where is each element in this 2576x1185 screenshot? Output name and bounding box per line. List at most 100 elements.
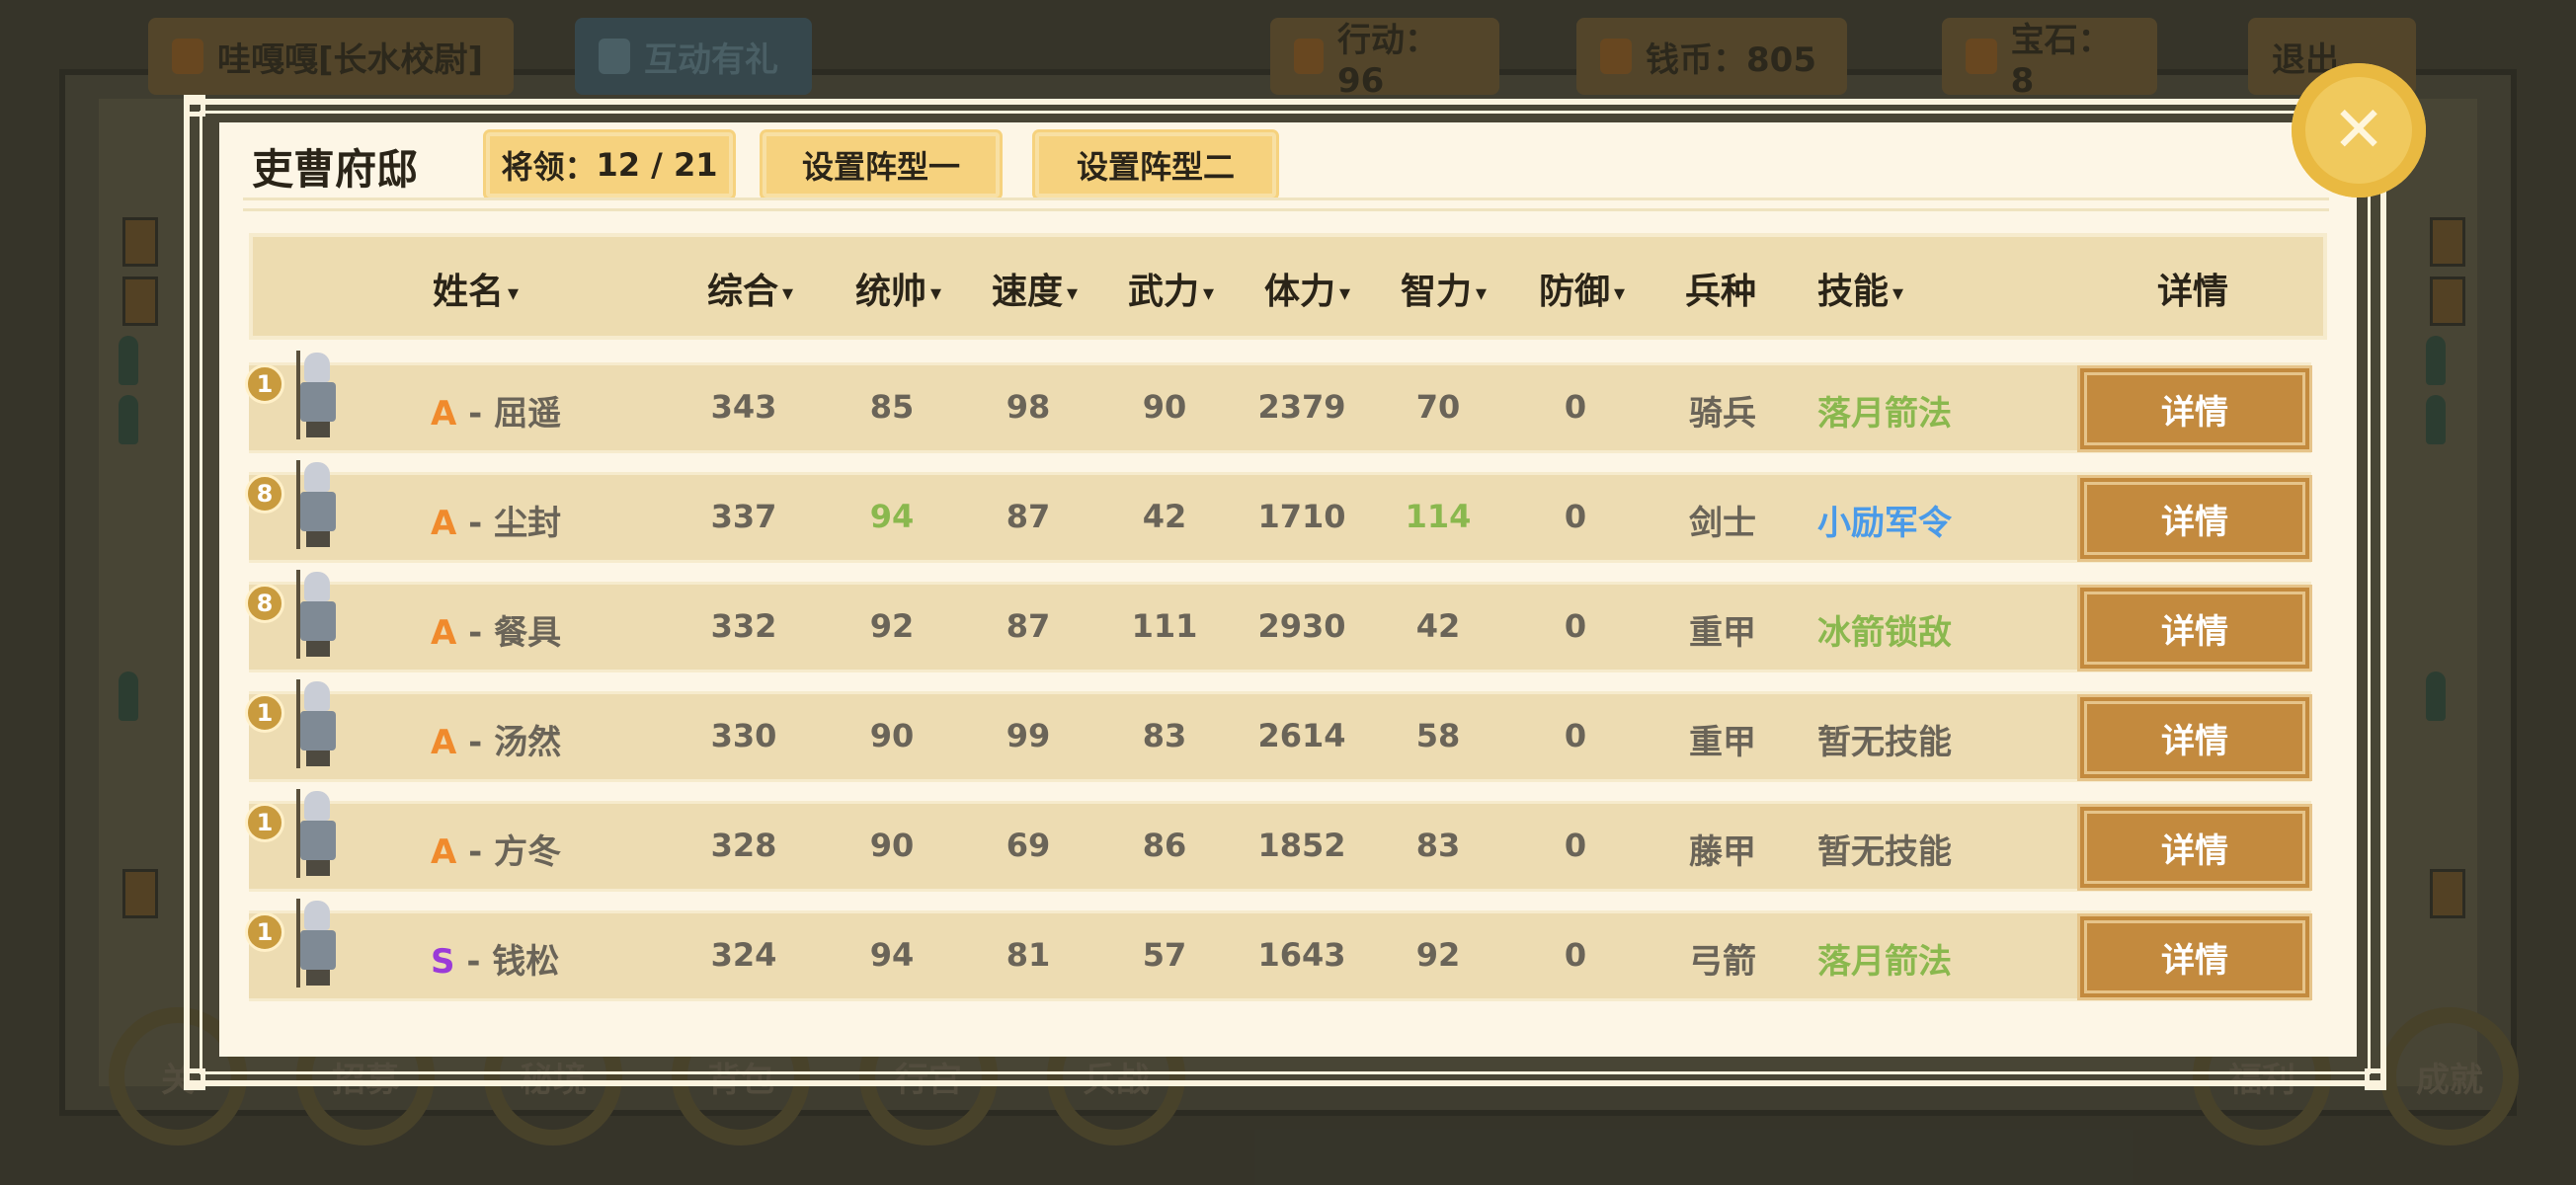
sort-skill-header[interactable]: 技能 ▾: [1817, 263, 1903, 314]
frame-corner: [2365, 1068, 2386, 1090]
general-name: A - 尘封: [431, 496, 561, 544]
level-badge: 8: [245, 474, 284, 514]
set-formation-1-button[interactable]: 设置阵型一: [763, 132, 1000, 198]
chevron-down-icon: ▾: [1203, 280, 1215, 306]
defense-value: 0: [1564, 717, 1587, 754]
close-button[interactable]: ✕: [2292, 63, 2426, 198]
stamina-value: 2379: [1257, 388, 1346, 426]
detail-button[interactable]: 详情: [2084, 482, 2305, 555]
chevron-down-icon: ▾: [782, 280, 794, 306]
speed-value: 87: [1006, 607, 1051, 645]
command-value: 94: [869, 936, 915, 974]
frame-corner: [184, 1068, 205, 1090]
header-label: 武力: [1128, 272, 1200, 312]
general-name: A - 餐具: [431, 605, 561, 654]
total-value: 324: [710, 936, 777, 974]
total-value: 328: [710, 827, 777, 864]
chevron-down-icon: ▾: [1476, 280, 1488, 306]
stamina-value: 2930: [1257, 607, 1346, 645]
command-value: 90: [869, 717, 915, 754]
detail-button[interactable]: 详情: [2084, 701, 2305, 774]
troop-type: 重甲: [1689, 613, 1756, 653]
troop-type: 骑兵: [1689, 394, 1756, 434]
header-label: 速度: [992, 272, 1064, 312]
sort-name-header[interactable]: 姓名 ▾: [433, 263, 519, 314]
force-value: 90: [1142, 388, 1187, 426]
general-name: A - 屈遥: [431, 386, 561, 434]
force-value: 86: [1142, 827, 1187, 864]
chevron-down-icon: ▾: [930, 280, 942, 306]
modal-title: 吏曹府邸: [252, 145, 419, 194]
general-avatar: [294, 679, 346, 768]
detail-label: 详情: [2161, 502, 2228, 542]
total-value: 337: [710, 498, 777, 535]
header-label: 防御: [1539, 272, 1611, 312]
intellect-value: 114: [1405, 498, 1472, 535]
force-value: 42: [1142, 498, 1187, 535]
chevron-down-icon: ▾: [1067, 280, 1079, 306]
sort-intellect-header[interactable]: 智力 ▾: [1401, 263, 1487, 314]
force-value: 57: [1142, 936, 1187, 974]
detail-button[interactable]: 详情: [2084, 372, 2305, 445]
sort-stamina-header[interactable]: 体力 ▾: [1264, 263, 1350, 314]
detail-header: 详情: [2157, 263, 2228, 314]
chevron-down-icon: ▾: [1892, 280, 1904, 306]
defense-value: 0: [1564, 827, 1587, 864]
sort-total-header[interactable]: 综合 ▾: [707, 263, 793, 314]
general-name: A - 方冬: [431, 825, 561, 873]
general-name: A - 汤然: [431, 715, 561, 763]
set-formation-2-button[interactable]: 设置阵型二: [1035, 132, 1276, 198]
detail-label: 详情: [2161, 611, 2228, 652]
sort-force-header[interactable]: 武力 ▾: [1128, 263, 1214, 314]
separator: -: [456, 394, 495, 434]
header-label: 兵种: [1685, 272, 1757, 312]
skill-name: 小励军令: [1817, 504, 1952, 543]
generals-label: 将领：: [501, 148, 597, 186]
general-avatar: [294, 789, 346, 878]
stamina-value: 1852: [1257, 827, 1346, 864]
speed-value: 69: [1006, 827, 1051, 864]
formation-1-label: 设置阵型一: [801, 148, 960, 186]
general-avatar: [294, 351, 346, 439]
detail-label: 详情: [2161, 830, 2228, 871]
grade-label: A: [431, 613, 457, 653]
command-value: 90: [869, 827, 915, 864]
name-label: 尘封: [494, 504, 562, 543]
header-label: 姓名: [433, 272, 505, 312]
troop-type: 重甲: [1689, 723, 1756, 762]
separator: -: [456, 504, 495, 543]
name-label: 餐具: [494, 613, 562, 653]
grade-label: A: [431, 832, 457, 872]
sort-command-header[interactable]: 统帅 ▾: [855, 263, 941, 314]
intellect-value: 70: [1415, 388, 1461, 426]
defense-value: 0: [1564, 498, 1587, 535]
defense-value: 0: [1564, 607, 1587, 645]
intellect-value: 92: [1415, 936, 1461, 974]
intellect-value: 58: [1415, 717, 1461, 754]
level-badge: 1: [245, 364, 284, 404]
command-value: 92: [869, 607, 915, 645]
detail-button[interactable]: 详情: [2084, 920, 2305, 993]
close-icon: ✕: [2332, 94, 2385, 167]
detail-button[interactable]: 详情: [2084, 811, 2305, 884]
speed-value: 81: [1006, 936, 1051, 974]
skill-name: 落月箭法: [1817, 942, 1952, 982]
speed-value: 98: [1006, 388, 1051, 426]
level-badge: 1: [245, 693, 284, 733]
troop-type: 藤甲: [1689, 832, 1756, 872]
header-label: 技能: [1817, 272, 1890, 312]
troop-type: 剑士: [1689, 504, 1756, 543]
troop-type: 弓箭: [1689, 942, 1756, 982]
sort-defense-header[interactable]: 防御 ▾: [1539, 263, 1625, 314]
generals-count-badge: 将领： 12 / 21: [486, 132, 733, 198]
grade-label: A: [431, 394, 457, 434]
detail-label: 详情: [2161, 721, 2228, 761]
skill-name: 暂无技能: [1817, 832, 1952, 872]
general-name: S - 钱松: [431, 934, 559, 983]
general-avatar: [294, 570, 346, 659]
detail-button[interactable]: 详情: [2084, 592, 2305, 665]
general-avatar: [294, 899, 346, 988]
stamina-value: 2614: [1257, 717, 1346, 754]
skill-name: 暂无技能: [1817, 723, 1952, 762]
sort-speed-header[interactable]: 速度 ▾: [992, 263, 1078, 314]
